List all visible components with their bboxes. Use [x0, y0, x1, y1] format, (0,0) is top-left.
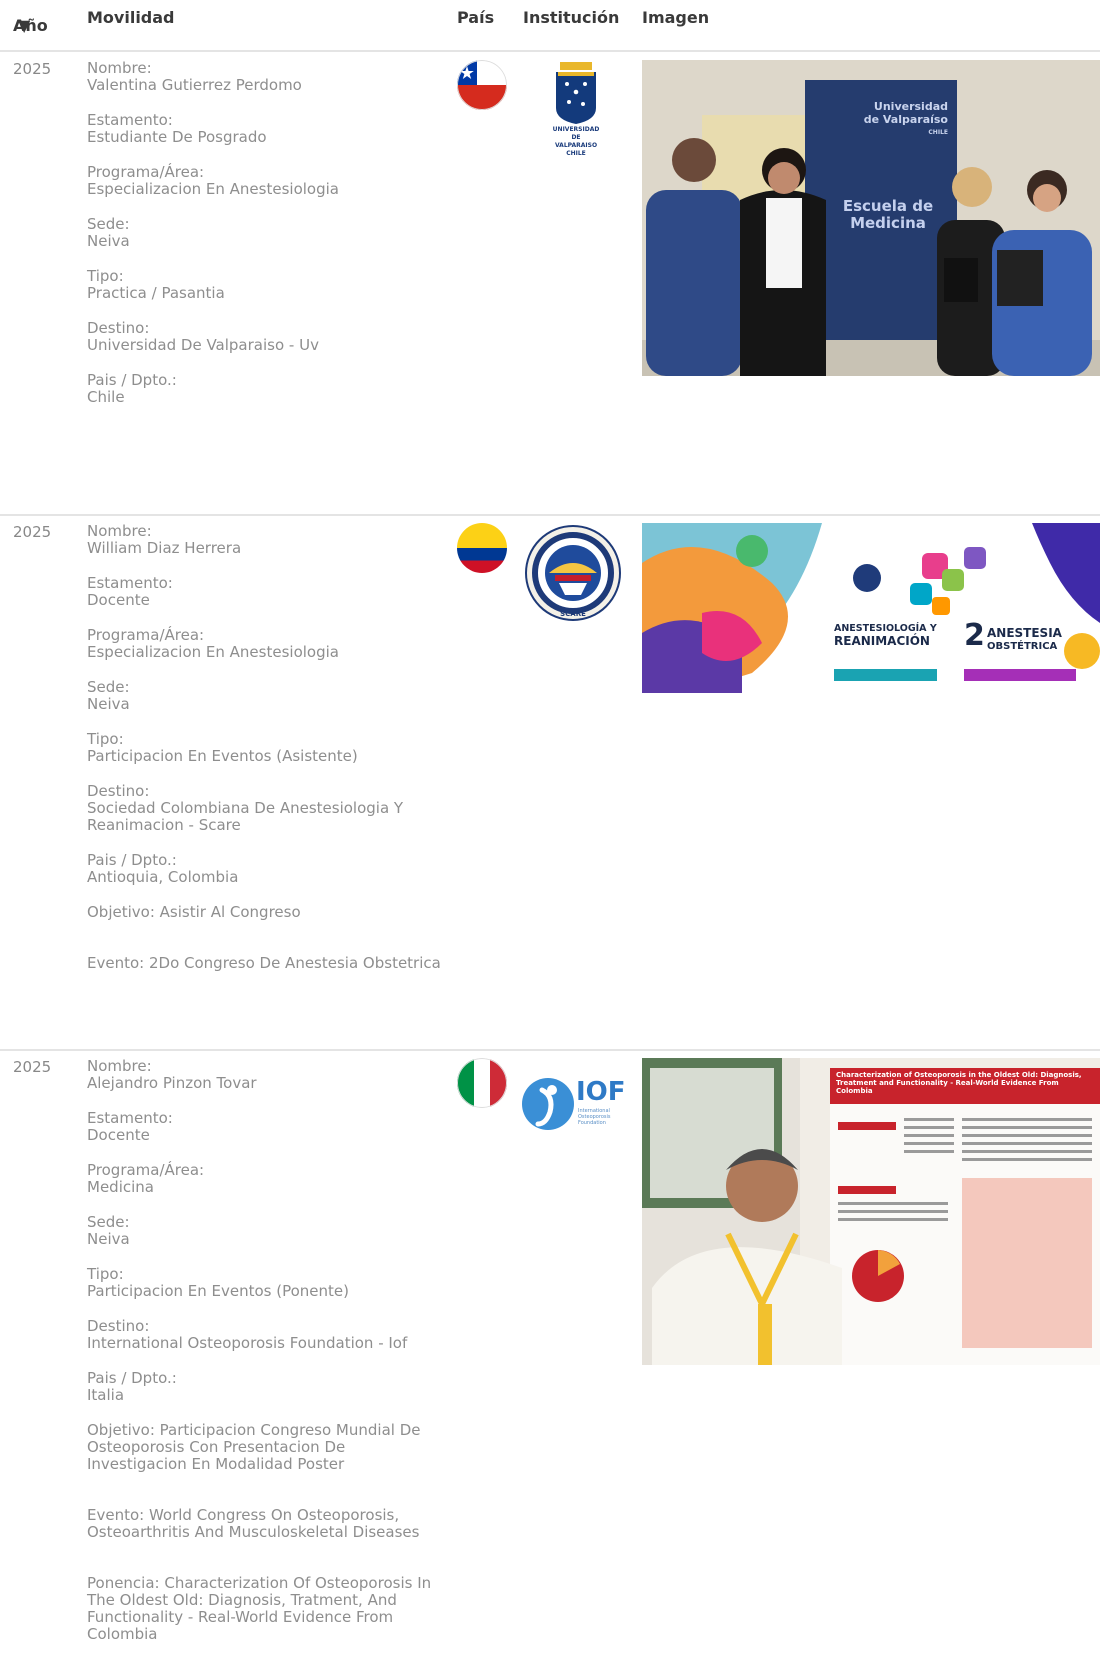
- field-tipo: Tipo: Participacion En Eventos (Asistente…: [87, 730, 358, 765]
- year-cell: 2025: [13, 1058, 52, 1076]
- field-name: Nombre: Alejandro Pinzon Tovar: [87, 1057, 257, 1092]
- year-cell: 2025: [13, 523, 52, 541]
- mobility-photo: Characterization of Osteoporosis in the …: [642, 1058, 1100, 1365]
- mobility-photo: Universidad de Valparaíso CHILE Escuela …: [642, 60, 1100, 376]
- field-sede: Sede: Neiva: [87, 678, 130, 713]
- italy-flag-icon: [457, 1058, 507, 1108]
- field-name: Nombre: Valentina Gutierrez Perdomo: [87, 59, 302, 94]
- congress-banner-image: ANESTESIOLOGÍA Y REANIMACIÓN 2 ANESTESIA…: [642, 523, 1100, 693]
- field-evento: Evento: World Congress On Osteoporosis, …: [87, 1506, 420, 1541]
- colombia-flag-icon: [457, 523, 507, 573]
- field-name: Nombre: William Diaz Herrera: [87, 522, 242, 557]
- field-estamento: Estamento: Docente: [87, 574, 173, 609]
- field-objetivo: Objetivo: Participacion Congreso Mundial…: [87, 1421, 421, 1473]
- field-programa: Programa/Área: Especializacion En Anestes…: [87, 163, 339, 198]
- sort-down-icon[interactable]: ▼: [18, 16, 30, 35]
- table-header: Año ▼ Movilidad País Institución Imagen: [0, 0, 1100, 52]
- mobility-details: Nombre: Alejandro Pinzon Tovar Estamento:…: [87, 1058, 447, 1661]
- iof-logo: IOF International Osteoporosis Foundatio…: [520, 1076, 630, 1136]
- field-sede: Sede: Neiva: [87, 1213, 130, 1248]
- field-tipo: Tipo: Practica / Pasantia: [87, 267, 225, 302]
- field-pais: Pais / Dpto.: Antioquia, Colombia: [87, 851, 239, 886]
- scare-seal-logo: SCARE: [523, 523, 623, 623]
- mobility-details: Nombre: Valentina Gutierrez Perdomo Estam…: [87, 60, 447, 424]
- field-tipo: Tipo: Participacion En Eventos (Ponente): [87, 1265, 350, 1300]
- field-estamento: Estamento: Estudiante De Posgrado: [87, 111, 267, 146]
- field-sede: Sede: Neiva: [87, 215, 130, 250]
- field-programa: Programa/Área: Medicina: [87, 1161, 205, 1196]
- column-header-mobility: Movilidad: [87, 8, 175, 27]
- field-ponencia: Ponencia: Characterization Of Osteoporos…: [87, 1574, 432, 1643]
- field-destino: Destino: Universidad De Valparaiso - Uv: [87, 319, 319, 354]
- column-header-image: Imagen: [642, 8, 710, 27]
- field-destino: Destino: Sociedad Colombiana De Anestesio…: [87, 782, 404, 834]
- chile-flag-icon: [457, 60, 507, 110]
- field-evento: Evento: 2Do Congreso De Anestesia Obstet…: [87, 954, 441, 972]
- row-divider: [0, 514, 1100, 516]
- column-header-institution: Institución: [523, 8, 620, 27]
- universidad-de-valparaiso-logo: UNIVERSIDAD DE VALPARAISO CHILE: [543, 60, 609, 170]
- field-pais: Pais / Dpto.: Chile: [87, 371, 177, 406]
- row-divider: [0, 1049, 1100, 1051]
- year-cell: 2025: [13, 60, 52, 78]
- field-estamento: Estamento: Docente: [87, 1109, 173, 1144]
- field-pais: Pais / Dpto.: Italia: [87, 1369, 177, 1404]
- field-programa: Programa/Área: Especializacion En Anestes…: [87, 626, 339, 661]
- mobility-details: Nombre: William Diaz Herrera Estamento: Do…: [87, 523, 447, 990]
- field-destino: Destino: International Osteoporosis Found…: [87, 1317, 408, 1352]
- field-objetivo: Objetivo: Asistir Al Congreso: [87, 903, 301, 921]
- column-header-country: País: [457, 8, 495, 27]
